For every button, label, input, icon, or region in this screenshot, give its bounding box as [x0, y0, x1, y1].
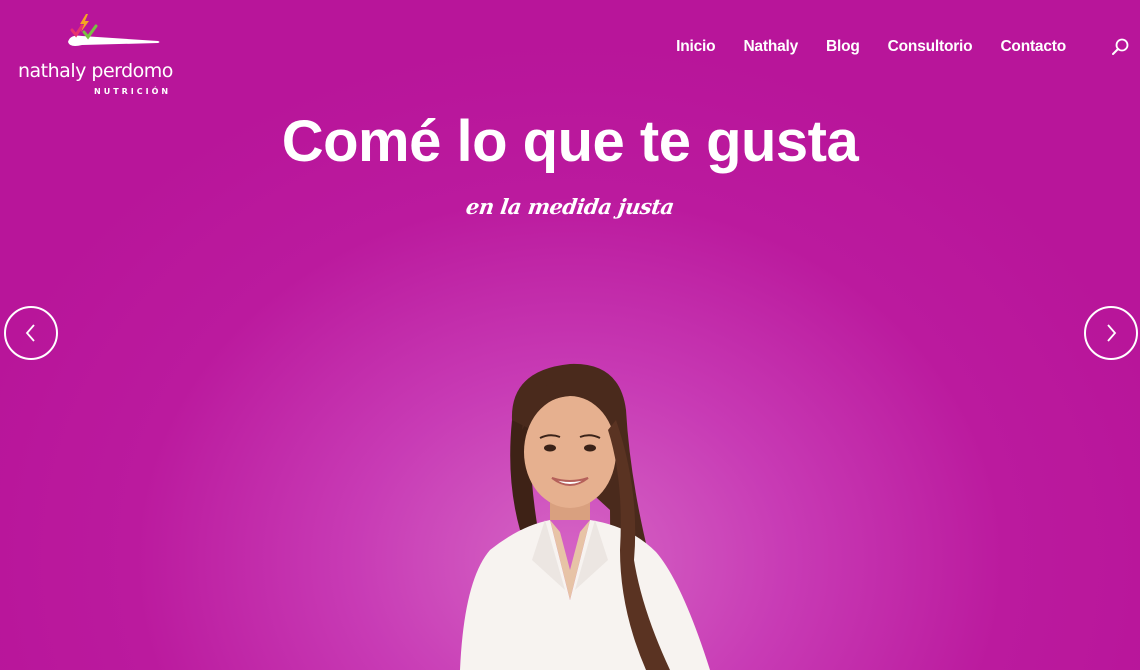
- brand-tagline: NUTRICIÓN: [94, 87, 172, 96]
- slider-next-button[interactable]: [1084, 306, 1138, 360]
- nav-item-consultorio[interactable]: Consultorio: [888, 38, 973, 56]
- search-button[interactable]: [1110, 37, 1130, 57]
- nav-item-inicio[interactable]: Inicio: [676, 38, 715, 56]
- nav-item-contacto[interactable]: Contacto: [1000, 38, 1066, 56]
- nav-item-nathaly[interactable]: Nathaly: [743, 38, 798, 56]
- nutritionist-portrait-image: [460, 363, 710, 670]
- slider-prev-button[interactable]: [4, 306, 58, 360]
- hero-title: Comé lo que te gusta: [281, 109, 859, 174]
- main-navigation: Inicio Nathaly Blog Consultorio Contacto: [676, 38, 1066, 56]
- chevron-left-icon: [25, 324, 35, 342]
- search-icon: [1112, 38, 1129, 55]
- brand-name: nathaly perdomo: [18, 60, 173, 82]
- site-logo[interactable]: nathaly perdomo NUTRICIÓN: [18, 12, 198, 102]
- hero-subtitle: en la medida justa: [464, 194, 676, 219]
- chevron-right-icon: [1107, 324, 1117, 342]
- spoon-check-logo-icon: [68, 14, 160, 46]
- nav-item-blog[interactable]: Blog: [826, 38, 860, 56]
